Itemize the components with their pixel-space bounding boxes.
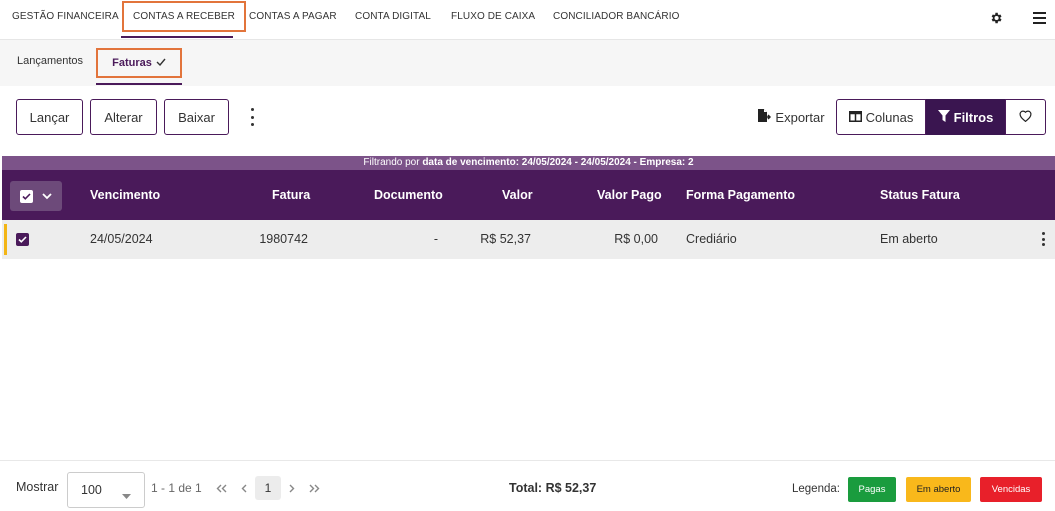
chevron-down-icon[interactable] bbox=[42, 189, 52, 203]
legend-pagas: Pagas bbox=[848, 477, 896, 502]
favorite-button[interactable] bbox=[1005, 99, 1046, 135]
colunas-label: Colunas bbox=[865, 109, 914, 125]
export-file-icon bbox=[757, 108, 772, 126]
pagination-range: 1 - 1 de 1 bbox=[151, 481, 202, 495]
table-header: Vencimento Fatura Documento Valor Valor … bbox=[2, 170, 1055, 220]
tab-conciliador-bancario[interactable]: CONCILIADOR BANCÁRIO bbox=[553, 0, 679, 34]
status-accent-bar bbox=[4, 224, 7, 255]
header-forma-pagamento[interactable]: Forma Pagamento bbox=[686, 170, 795, 220]
header-fatura[interactable]: Fatura bbox=[272, 170, 310, 220]
active-filter-bar: Filtrando por data de vencimento: 24/05/… bbox=[2, 156, 1055, 170]
current-page-button[interactable]: 1 bbox=[255, 476, 281, 500]
tab-gestao-financeira[interactable]: GESTÃO FINANCEIRA bbox=[12, 0, 119, 34]
table-footer: Mostrar 100 1 - 1 de 1 1 Total: R$ 52,37… bbox=[0, 460, 1055, 511]
gear-icon[interactable] bbox=[987, 9, 1005, 27]
sub-nav: Lançamentos Faturas bbox=[0, 40, 1055, 86]
subtab-faturas-label: Faturas bbox=[112, 57, 152, 69]
header-vencimento[interactable]: Vencimento bbox=[90, 170, 160, 220]
tab-fluxo-de-caixa[interactable]: FLUXO DE CAIXA bbox=[451, 0, 535, 34]
filtros-label: Filtros bbox=[953, 109, 994, 125]
legend-label: Legenda: bbox=[792, 483, 840, 495]
row-actions-icon[interactable] bbox=[1039, 232, 1047, 246]
filter-detail: data de vencimento: 24/05/2024 - 24/05/2… bbox=[422, 157, 694, 168]
select-all-checkbox[interactable] bbox=[20, 189, 34, 203]
filtros-button[interactable]: Filtros bbox=[926, 99, 1005, 135]
exportar-button[interactable]: Exportar bbox=[752, 99, 830, 135]
baixar-button[interactable]: Baixar bbox=[164, 99, 229, 135]
cell-vencimento: 24/05/2024 bbox=[90, 232, 153, 246]
top-nav: GESTÃO FINANCEIRA CONTAS A RECEBER CONTA… bbox=[0, 0, 1055, 40]
active-tab-indicator bbox=[121, 36, 233, 38]
tab-contas-a-pagar[interactable]: CONTAS A PAGAR bbox=[249, 0, 337, 34]
tab-contas-a-receber[interactable]: CONTAS A RECEBER bbox=[122, 1, 246, 32]
legend-em-aberto: Em aberto bbox=[906, 477, 971, 502]
cell-valor: R$ 52,37 bbox=[480, 232, 531, 246]
filter-icon bbox=[937, 109, 950, 125]
subtab-lancamentos[interactable]: Lançamentos bbox=[17, 55, 83, 67]
alterar-button[interactable]: Alterar bbox=[90, 99, 157, 135]
cell-valor-pago: R$ 0,00 bbox=[614, 232, 658, 246]
mostrar-label: Mostrar bbox=[16, 480, 59, 494]
filter-prefix: Filtrando por bbox=[363, 157, 420, 168]
header-status-fatura[interactable]: Status Fatura bbox=[880, 170, 960, 220]
header-valor[interactable]: Valor bbox=[502, 170, 533, 220]
hamburger-menu-icon[interactable] bbox=[1030, 9, 1048, 27]
cell-fatura: 1980742 bbox=[259, 232, 308, 246]
row-checkbox[interactable] bbox=[16, 233, 29, 246]
legend-vencidas: Vencidas bbox=[980, 477, 1042, 502]
colunas-button[interactable]: Colunas bbox=[836, 99, 926, 135]
page-size-value: 100 bbox=[81, 483, 102, 497]
cell-status-fatura: Em aberto bbox=[880, 232, 938, 246]
tab-conta-digital[interactable]: CONTA DIGITAL bbox=[355, 0, 431, 34]
subtab-faturas[interactable]: Faturas bbox=[96, 48, 182, 78]
heart-icon bbox=[1019, 110, 1032, 125]
next-page-icon[interactable] bbox=[281, 477, 303, 499]
header-documento[interactable]: Documento bbox=[374, 170, 443, 220]
lancar-button[interactable]: Lançar bbox=[16, 99, 83, 135]
select-all-control[interactable] bbox=[10, 181, 62, 211]
first-page-icon[interactable] bbox=[210, 477, 232, 499]
page-size-select[interactable]: 100 bbox=[67, 472, 145, 508]
columns-icon bbox=[848, 110, 862, 125]
cell-forma-pagamento: Crediário bbox=[686, 232, 737, 246]
header-valor-pago[interactable]: Valor Pago bbox=[597, 170, 662, 220]
cell-documento: - bbox=[433, 232, 438, 246]
previous-page-icon[interactable] bbox=[233, 477, 255, 499]
more-actions-icon[interactable] bbox=[248, 108, 256, 126]
caret-down-icon bbox=[122, 488, 131, 502]
check-icon bbox=[156, 57, 166, 69]
active-subtab-indicator bbox=[96, 83, 182, 85]
table-row[interactable]: 24/05/2024 1980742 - R$ 52,37 R$ 0,00 Cr… bbox=[2, 220, 1055, 259]
last-page-icon[interactable] bbox=[303, 477, 325, 499]
total-amount: Total: R$ 52,37 bbox=[509, 481, 597, 495]
exportar-label: Exportar bbox=[775, 109, 825, 125]
